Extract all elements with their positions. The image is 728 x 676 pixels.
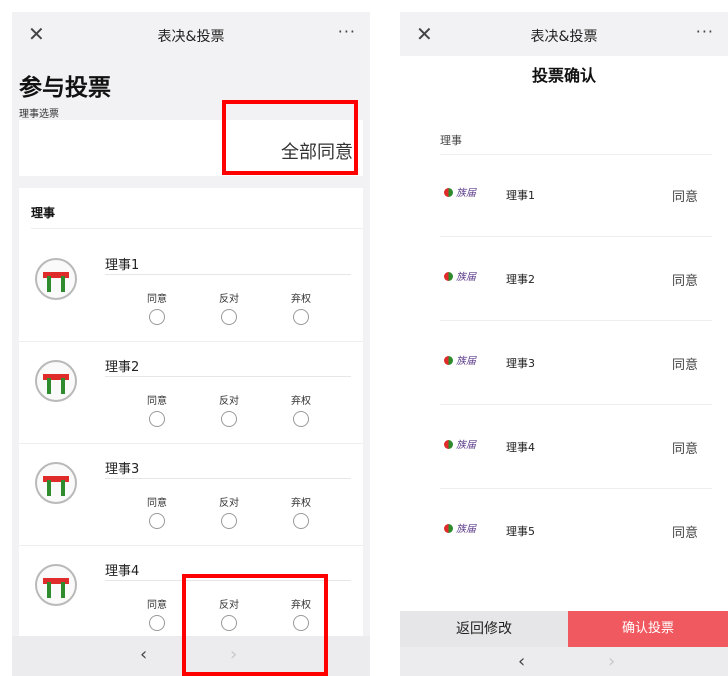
member-name: 理事4 (506, 441, 535, 454)
top-bar: ✕ 表决&投票 ··· (400, 12, 728, 56)
divider (440, 154, 712, 155)
option-label: 同意 (147, 294, 167, 305)
option-oppose[interactable]: 反对 (209, 290, 249, 329)
option-label: 反对 (219, 498, 239, 509)
divider (105, 274, 351, 275)
list-item: 族届 理事1 同意 (440, 184, 712, 268)
radio-button[interactable] (221, 513, 237, 529)
member-name: 理事4 (105, 564, 140, 579)
list-item: 族届 理事3 同意 (440, 352, 712, 436)
option-label: 弃权 (291, 294, 311, 305)
divider (31, 228, 363, 229)
member-name: 理事2 (506, 273, 535, 286)
logo-icon: 族届 (444, 352, 476, 367)
vote-value: 同意 (671, 358, 698, 373)
option-label: 弃权 (291, 498, 311, 509)
member-row: 理事2 同意 反对 弃权 (19, 342, 363, 444)
radio-button[interactable] (149, 411, 165, 427)
option-abstain[interactable]: 弃权 (281, 290, 321, 329)
back-arrow-icon[interactable]: ‹ (140, 644, 147, 665)
avatar (35, 564, 77, 606)
avatar (35, 258, 77, 300)
radio-button[interactable] (149, 615, 165, 631)
logo-icon: 族届 (444, 436, 476, 451)
highlight-box (182, 574, 328, 676)
option-agree[interactable]: 同意 (137, 392, 177, 431)
group-title: 理事 (440, 134, 462, 147)
member-name: 理事3 (105, 462, 140, 477)
radio-button[interactable] (149, 513, 165, 529)
avatar (35, 462, 77, 504)
list-item: 族届 理事4 同意 (440, 436, 712, 520)
member-name: 理事5 (506, 525, 535, 538)
member-row: 理事3 同意 反对 弃权 (19, 444, 363, 546)
option-abstain[interactable]: 弃权 (281, 494, 321, 533)
option-label: 同意 (147, 600, 167, 611)
option-oppose[interactable]: 反对 (209, 494, 249, 533)
window-title: 表决&投票 (157, 29, 225, 45)
radio-button[interactable] (293, 411, 309, 427)
browser-nav-bar: ‹ › (400, 647, 728, 676)
option-label: 反对 (219, 294, 239, 305)
highlight-box (222, 100, 358, 175)
member-row: 理事1 同意 反对 弃权 (19, 240, 363, 342)
logo-icon: 族届 (444, 268, 476, 283)
vote-value: 同意 (671, 190, 698, 205)
option-abstain[interactable]: 弃权 (281, 392, 321, 431)
option-label: 同意 (147, 498, 167, 509)
action-bar: 返回修改 确认投票 (400, 611, 728, 647)
more-icon[interactable]: ··· (338, 22, 356, 41)
member-name: 理事3 (506, 357, 535, 370)
back-edit-button[interactable]: 返回修改 (400, 611, 568, 647)
option-oppose[interactable]: 反对 (209, 392, 249, 431)
divider (105, 376, 351, 377)
option-label: 反对 (219, 396, 239, 407)
group-title: 理事 (31, 206, 56, 220)
option-label: 同意 (147, 396, 167, 407)
vote-value: 同意 (671, 274, 698, 289)
divider (440, 488, 712, 489)
radio-button[interactable] (293, 513, 309, 529)
option-label: 弃权 (291, 396, 311, 407)
list-item: 族届 理事2 同意 (440, 268, 712, 352)
option-agree[interactable]: 同意 (137, 290, 177, 329)
logo-icon: 族届 (444, 184, 476, 199)
confirm-vote-button[interactable]: 确认投票 (568, 611, 728, 647)
divider (105, 478, 351, 479)
back-arrow-icon[interactable]: ‹ (518, 651, 525, 672)
option-agree[interactable]: 同意 (137, 596, 177, 635)
divider (440, 236, 712, 237)
top-bar: ✕ 表决&投票 ··· (12, 12, 370, 56)
radio-button[interactable] (221, 411, 237, 427)
page-title: 投票确认 (531, 66, 596, 85)
radio-button[interactable] (293, 309, 309, 325)
option-agree[interactable]: 同意 (137, 494, 177, 533)
divider (440, 320, 712, 321)
more-icon[interactable]: ··· (696, 22, 714, 41)
confirm-screen: ✕ 表决&投票 ··· 投票确认 理事 族届 理事1 同意 族届 理事2 同意 … (400, 12, 728, 676)
logo-icon: 族届 (444, 520, 476, 535)
forward-arrow-icon[interactable]: › (608, 651, 615, 672)
divider (440, 404, 712, 405)
list-item: 族届 理事5 同意 (440, 520, 712, 604)
member-name: 理事1 (105, 258, 140, 273)
member-name: 理事2 (105, 360, 140, 375)
window-title: 表决&投票 (530, 29, 598, 45)
radio-button[interactable] (221, 309, 237, 325)
vote-value: 同意 (671, 526, 698, 541)
radio-button[interactable] (149, 309, 165, 325)
member-name: 理事1 (506, 189, 535, 202)
vote-value: 同意 (671, 442, 698, 457)
page-title: 参与投票 (19, 75, 111, 101)
section-label: 理事选票 (19, 109, 59, 120)
avatar (35, 360, 77, 402)
